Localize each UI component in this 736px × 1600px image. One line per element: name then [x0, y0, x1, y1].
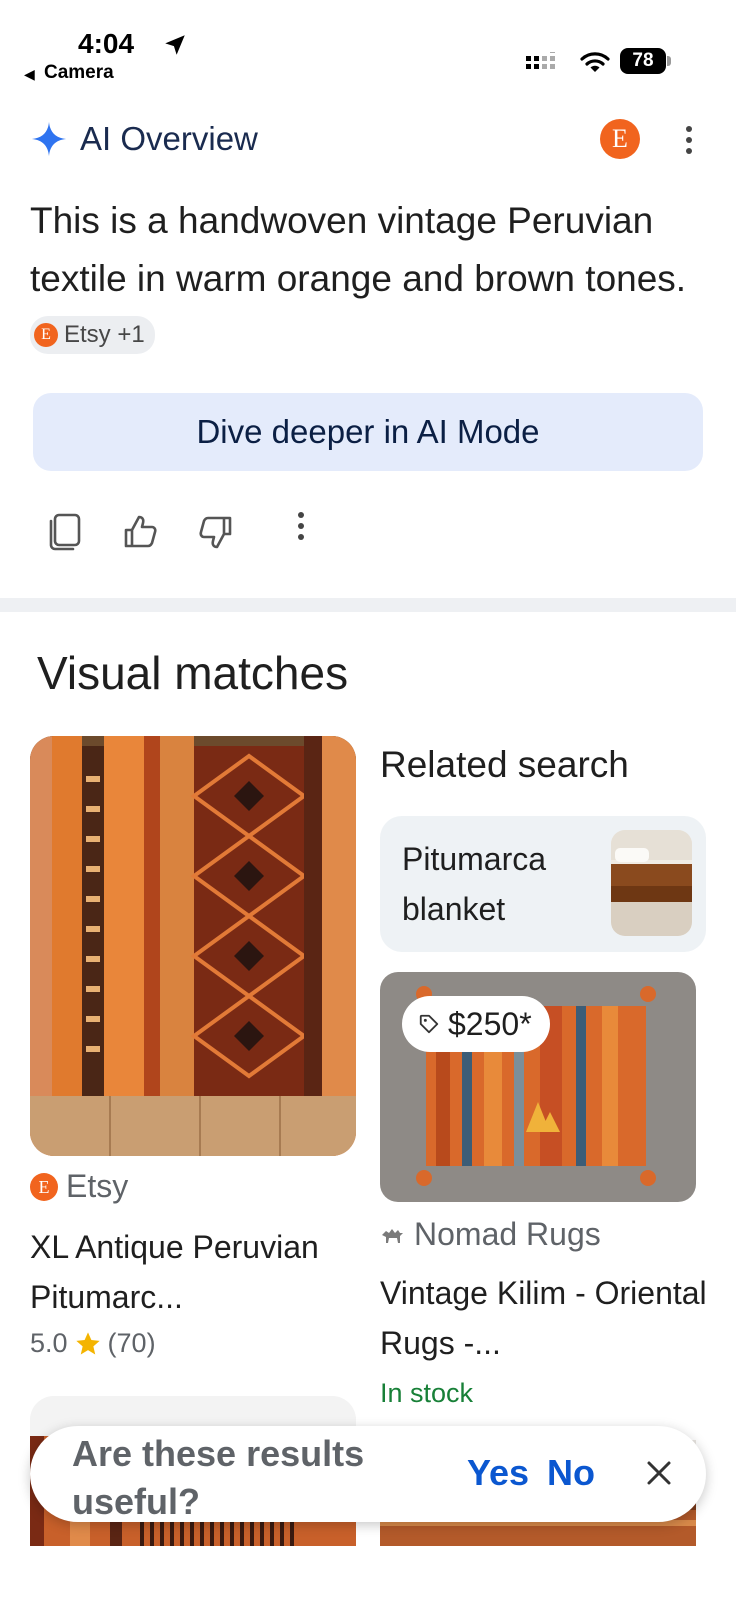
back-caret-icon[interactable]: ◀ [24, 66, 35, 83]
related-search-thumbnail [611, 830, 692, 936]
etsy-logo-icon: E [30, 1172, 58, 1201]
star-icon [75, 1331, 100, 1354]
feedback-yes-button[interactable]: Yes [467, 1452, 529, 1494]
section-divider [0, 598, 736, 612]
location-arrow-icon [165, 35, 185, 55]
price-chip: $250* [402, 996, 550, 1052]
tag-icon [419, 1014, 439, 1034]
copy-icon[interactable] [46, 512, 82, 552]
result-rating: 5.0 (70) [30, 1328, 156, 1359]
rating-value: 5.0 [30, 1328, 68, 1358]
etsy-source-badge[interactable]: E [600, 119, 640, 159]
feedback-more-icon[interactable] [296, 512, 306, 544]
stock-status: In stock [380, 1378, 474, 1408]
visual-matches-title: Visual matches [37, 647, 349, 699]
thumbs-down-icon[interactable] [198, 512, 234, 552]
result-title-1[interactable]: XL Antique Peruvian Pitumarc... [30, 1222, 360, 1322]
ai-overview-body: This is a handwoven vintage Peruvian tex… [30, 200, 687, 299]
related-search-heading: Related search [380, 744, 629, 785]
rating-count: (70) [107, 1328, 156, 1358]
result-source-nomad[interactable]: Nomad Rugs [380, 1216, 601, 1253]
camel-icon [382, 1228, 403, 1243]
wifi-icon [580, 52, 610, 72]
etsy-logo-icon: E [34, 323, 58, 348]
back-to-camera[interactable]: Camera [44, 62, 114, 84]
price-value: $250* [448, 1005, 532, 1042]
status-time: 4:04 [78, 28, 135, 59]
source-chip[interactable]: E Etsy +1 [30, 316, 155, 355]
related-search-query[interactable]: Pitumarca blanket [402, 834, 602, 934]
dive-deeper-button[interactable]: Dive deeper in AI Mode [33, 393, 703, 471]
textile-photo [30, 736, 356, 1156]
feedback-no-button[interactable]: No [547, 1452, 595, 1494]
feedback-question: Are these results useful? [72, 1433, 365, 1522]
source-name: Etsy [66, 1168, 129, 1204]
blanket-photo [611, 830, 692, 936]
battery-level: 78 [620, 48, 666, 74]
result-image-etsy[interactable] [30, 736, 356, 1156]
source-name: Nomad Rugs [414, 1216, 601, 1252]
signal-icon [526, 52, 555, 69]
ai-overview-title: AI Overview [80, 120, 258, 157]
result-source-etsy[interactable]: E Etsy [30, 1168, 128, 1205]
close-icon[interactable] [644, 1458, 674, 1488]
result-title-2[interactable]: Vintage Kilim - Oriental Rugs -... [380, 1268, 710, 1368]
battery-cap [667, 56, 671, 66]
sparkle-icon [31, 121, 67, 157]
more-vert-icon[interactable] [684, 124, 694, 156]
source-chip-label: Etsy +1 [64, 321, 145, 349]
thumbs-up-icon[interactable] [122, 512, 158, 552]
ai-overview-text: This is a handwoven vintage Peruvian tex… [30, 192, 720, 366]
